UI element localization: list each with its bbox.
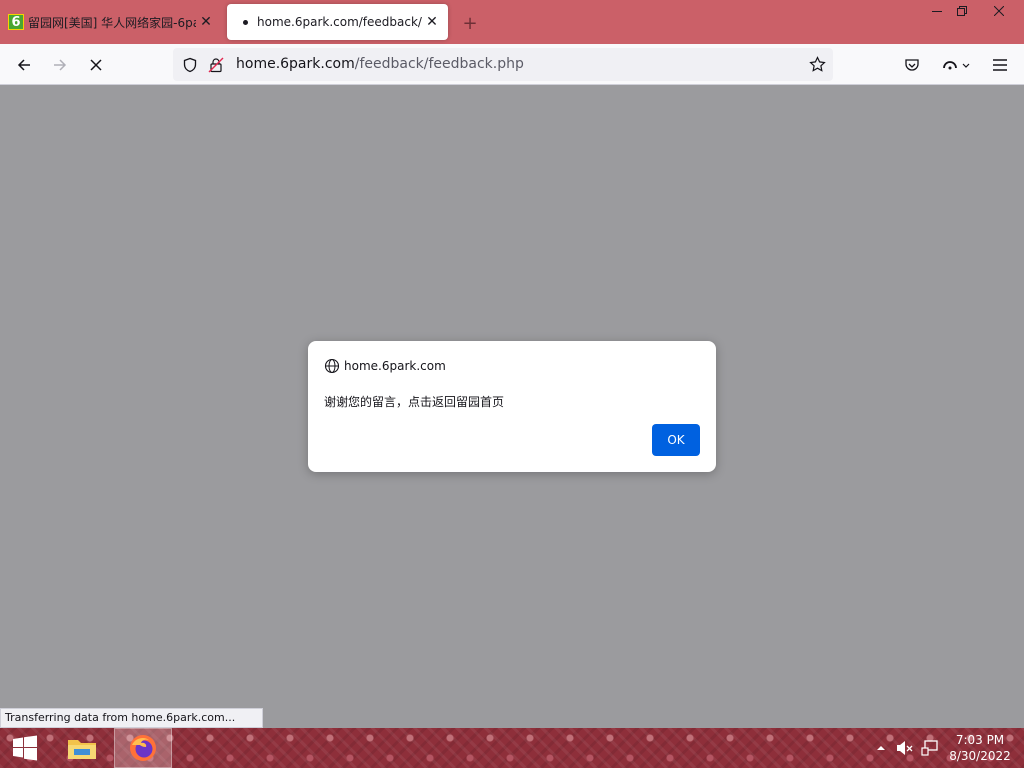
close-tab-icon[interactable]: ✕ bbox=[196, 12, 216, 32]
firefox-taskbar-button[interactable] bbox=[114, 728, 172, 768]
close-tab-icon[interactable]: ✕ bbox=[422, 12, 442, 32]
arrow-left-icon bbox=[17, 59, 30, 71]
arrow-right-icon bbox=[54, 59, 67, 71]
dialog-message: 谢谢您的留言，点击返回留园首页 bbox=[324, 395, 505, 409]
taskbar-clock[interactable]: 7:03 PM 8/30/2022 bbox=[948, 732, 1012, 764]
taskbar: 7:03 PM 8/30/2022 bbox=[0, 728, 1024, 768]
dialog-origin-text: home.6park.com bbox=[344, 359, 446, 373]
back-button[interactable] bbox=[9, 50, 39, 80]
show-hidden-icons-button[interactable] bbox=[873, 728, 889, 768]
tab-title: home.6park.com/feedback/feedback.php bbox=[257, 15, 422, 29]
network-button[interactable] bbox=[919, 728, 941, 768]
file-explorer-button[interactable] bbox=[58, 728, 106, 768]
bookmark-star-icon[interactable] bbox=[809, 56, 826, 73]
sync-account-icon bbox=[943, 61, 970, 70]
stop-x-icon bbox=[90, 59, 102, 71]
title-bar: 6 留园网[美国] 华人网络家园-6park ✕ home.6park.com/… bbox=[0, 0, 1024, 44]
loading-dot-icon bbox=[237, 14, 253, 30]
firefox-icon bbox=[130, 735, 156, 761]
tab-6park-home[interactable]: 6 留园网[美国] 华人网络家园-6park ✕ bbox=[0, 4, 222, 40]
windows-logo-icon bbox=[13, 735, 37, 761]
6park-favicon-icon: 6 bbox=[8, 14, 24, 30]
forward-button[interactable] bbox=[45, 50, 75, 80]
ok-button[interactable]: OK bbox=[652, 424, 700, 456]
app-menu-button[interactable] bbox=[985, 50, 1015, 80]
network-monitor-icon bbox=[921, 740, 938, 756]
globe-icon bbox=[324, 358, 340, 374]
new-tab-button[interactable]: + bbox=[458, 11, 482, 35]
tab-title: 留园网[美国] 华人网络家园-6park bbox=[28, 15, 196, 30]
navigation-bar: home.6park.com/feedback/feedback.php bbox=[0, 44, 1024, 85]
stop-loading-button[interactable] bbox=[81, 50, 111, 80]
pocket-button[interactable] bbox=[897, 50, 927, 80]
insecure-lock-icon[interactable] bbox=[208, 57, 224, 73]
pocket-icon bbox=[905, 59, 919, 71]
dialog-origin: home.6park.com bbox=[324, 357, 446, 375]
volume-muted-button[interactable] bbox=[894, 728, 916, 768]
speaker-muted-icon bbox=[897, 741, 913, 755]
clock-date: 8/30/2022 bbox=[949, 749, 1011, 763]
url-bar[interactable]: home.6park.com/feedback/feedback.php bbox=[173, 48, 833, 81]
tracking-protection-shield-icon[interactable] bbox=[182, 57, 198, 73]
alert-dialog: home.6park.com 谢谢您的留言，点击返回留园首页 OK bbox=[308, 341, 716, 472]
chevron-up-icon bbox=[877, 746, 885, 750]
url-text[interactable]: home.6park.com/feedback/feedback.php bbox=[236, 48, 524, 81]
start-button[interactable] bbox=[0, 728, 50, 768]
status-bar: Transferring data from home.6park.com... bbox=[0, 708, 263, 728]
folder-icon bbox=[68, 740, 96, 759]
clock-time: 7:03 PM bbox=[955, 733, 1005, 747]
hamburger-menu-icon bbox=[993, 59, 1007, 71]
close-window-icon[interactable] bbox=[984, 0, 1014, 22]
restore-icon[interactable] bbox=[947, 0, 977, 22]
account-menu-button[interactable] bbox=[934, 50, 978, 80]
tab-feedback[interactable]: home.6park.com/feedback/feedback.php ✕ bbox=[227, 4, 448, 40]
